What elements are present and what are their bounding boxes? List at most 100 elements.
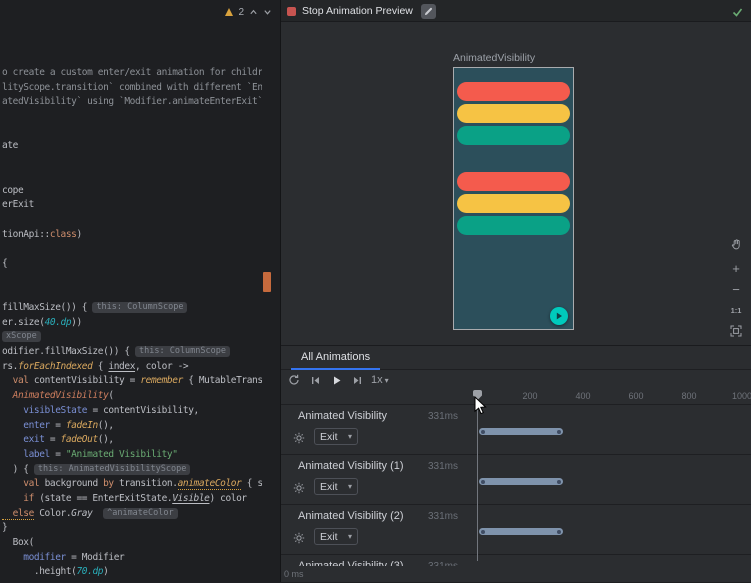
code-token: ) { <box>2 464 34 475</box>
code-line[interactable]: modifier = Modifier <box>2 551 262 566</box>
animation-duration: 331ms <box>406 511 458 522</box>
code-line[interactable]: { <box>2 257 262 272</box>
code-line[interactable] <box>2 154 262 169</box>
chevron-down-icon: ▾ <box>348 532 352 541</box>
zoom-in-button[interactable]: + <box>732 262 740 275</box>
code-line[interactable]: } <box>2 521 262 536</box>
code-line[interactable] <box>2 272 262 287</box>
code-line[interactable]: Box( <box>2 536 262 551</box>
timeline-track[interactable] <box>479 428 563 435</box>
code-line[interactable]: rs.forEachIndexed { index, color -> <box>2 360 262 375</box>
code-line[interactable]: erExit <box>2 198 262 213</box>
code-token: rs. <box>2 361 18 372</box>
animation-rows: Animated Visibility 331ms Exit ▾ Animate… <box>281 404 751 566</box>
code-token: animateColor <box>178 478 242 490</box>
playback-controls: 1x ▾ <box>281 370 751 390</box>
code-line[interactable]: if (state == EnterExitState.Visible) col… <box>2 492 262 507</box>
state-dropdown[interactable]: Exit ▾ <box>314 528 358 545</box>
code-token: contentVisibility = <box>29 375 141 386</box>
skip-to-end-button[interactable] <box>350 373 364 387</box>
stop-animation-preview-button[interactable]: Stop Animation Preview <box>287 0 436 22</box>
code-token: val <box>2 375 29 386</box>
code-line[interactable]: odifier.fillMaxSize()) { this: ColumnSco… <box>2 345 262 360</box>
chevron-down-icon: ▾ <box>385 376 389 385</box>
warning-icon <box>225 8 233 16</box>
gear-icon[interactable] <box>293 531 305 543</box>
code-token: tionApi:: <box>2 229 50 240</box>
no-problems-check-icon[interactable] <box>732 5 743 23</box>
code-line[interactable]: AnimatedVisibility( <box>2 389 262 404</box>
animations-panel: All Animations 1x ▾ 200 400 600 <box>281 345 751 582</box>
loop-playback-button[interactable] <box>287 373 301 387</box>
timeline-track[interactable] <box>479 528 563 535</box>
code-token: ) <box>77 229 82 240</box>
animation-duration: 331ms <box>406 411 458 422</box>
code-line[interactable]: exit = fadeOut(), <box>2 433 262 448</box>
code-line[interactable]: atedVisibility` using `Modifier.animateE… <box>2 95 262 110</box>
code-line[interactable] <box>2 286 262 301</box>
code-line[interactable]: xScope <box>2 330 262 345</box>
code-token: { <box>92 361 108 372</box>
code-line[interactable]: val contentVisibility = remember { Mutab… <box>2 374 262 389</box>
zoom-actual-size-button[interactable]: 1:1 <box>731 304 742 317</box>
code-line[interactable] <box>2 213 262 228</box>
play-button[interactable] <box>329 373 343 387</box>
animation-row: Animated Visibility (2) 331ms Exit ▾ <box>281 504 751 554</box>
code-line[interactable] <box>2 242 262 257</box>
code-token: remember <box>140 375 183 386</box>
code-token: o create a custom enter/exit animation f… <box>2 67 262 78</box>
playback-speed-dropdown[interactable]: 1x ▾ <box>371 374 389 386</box>
code-token: Color. <box>34 508 71 519</box>
code-token: ) <box>103 566 108 577</box>
code-line[interactable] <box>2 110 262 125</box>
code-editor-lines[interactable]: o create a custom enter/exit animation f… <box>2 66 262 580</box>
code-token: = contentVisibility, <box>87 405 199 416</box>
gear-icon[interactable] <box>293 431 305 443</box>
ruler-tick-label: 400 <box>575 391 590 401</box>
composable-name-label: AnimatedVisibility <box>453 52 535 64</box>
code-token: ) color <box>209 493 246 504</box>
code-token: ate <box>2 140 18 151</box>
code-line[interactable]: lityScope.transition` combined with diff… <box>2 81 262 96</box>
editor-scrollbar-thumb[interactable] <box>263 272 271 292</box>
code-line[interactable]: er.size(40.dp)) <box>2 316 262 331</box>
code-line[interactable]: cope <box>2 184 262 199</box>
animation-name: Animated Visibility (1) <box>298 460 404 472</box>
timeline-ruler[interactable]: 200 400 600 800 1000 <box>281 390 751 404</box>
code-line[interactable]: else Color.Gray ^animateColor <box>2 507 262 522</box>
code-line[interactable]: enter = fadeIn(), <box>2 419 262 434</box>
preview-header: Stop Animation Preview <box>281 0 751 22</box>
state-dropdown[interactable]: Exit ▾ <box>314 478 358 495</box>
state-dropdown[interactable]: Exit ▾ <box>314 428 358 445</box>
edit-button[interactable] <box>421 4 436 19</box>
preview-canvas <box>453 67 574 330</box>
code-token: er.size( <box>2 317 45 328</box>
code-line[interactable]: ) { this: AnimatedVisibilityScope <box>2 463 262 478</box>
skip-to-start-button[interactable] <box>308 373 322 387</box>
state-dropdown-value: Exit <box>320 431 338 443</box>
code-line[interactable] <box>2 125 262 140</box>
zoom-to-fit-button[interactable] <box>730 325 742 339</box>
pan-tool-button[interactable] <box>730 238 743 254</box>
chevron-up-icon[interactable] <box>249 8 258 16</box>
code-line[interactable]: ate <box>2 139 262 154</box>
code-token: fillMaxSize()) { <box>2 302 92 313</box>
interactive-mode-button[interactable] <box>550 307 568 325</box>
code-line[interactable]: o create a custom enter/exit animation f… <box>2 66 262 81</box>
code-line[interactable]: tionApi::class) <box>2 228 262 243</box>
code-line[interactable]: val background by transition.animateColo… <box>2 477 262 492</box>
code-token: odifier.fillMaxSize()) { <box>2 346 135 357</box>
chevron-down-icon[interactable] <box>263 8 272 16</box>
preview-bar <box>457 126 570 145</box>
tab-all-animations[interactable]: All Animations <box>291 346 380 370</box>
code-editor[interactable]: 2 o create a custom enter/exit animation… <box>0 0 280 582</box>
code-line[interactable]: label = "Animated Visibility" <box>2 448 262 463</box>
code-line[interactable]: visibleState = contentVisibility, <box>2 404 262 419</box>
code-line[interactable]: .height(70.dp) <box>2 565 262 580</box>
zoom-out-button[interactable]: − <box>732 283 740 296</box>
code-line[interactable]: fillMaxSize()) { this: ColumnScope <box>2 301 262 316</box>
inspections-widget[interactable]: 2 <box>225 4 272 20</box>
code-line[interactable] <box>2 169 262 184</box>
timeline-track[interactable] <box>479 478 563 485</box>
gear-icon[interactable] <box>293 481 305 493</box>
